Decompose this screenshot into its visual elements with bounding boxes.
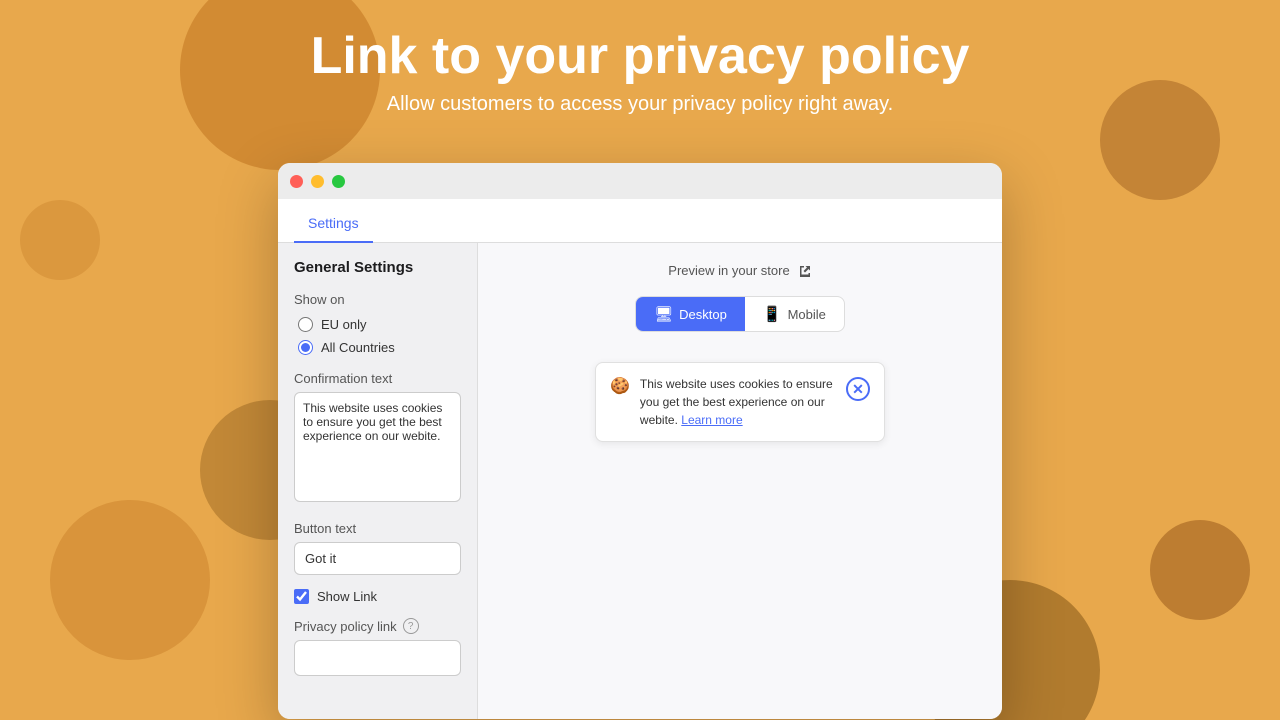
radio-eu-only[interactable]: EU only [298, 317, 461, 332]
hero-title: Link to your privacy policy [0, 28, 1280, 85]
mobile-button[interactable]: 📱 Mobile [745, 297, 844, 331]
button-text-input[interactable] [294, 542, 461, 575]
window-titlebar [278, 163, 1002, 199]
app-window: Settings General Settings Show on EU onl… [278, 163, 1002, 719]
show-link-checkbox[interactable] [294, 589, 309, 604]
preview-label: Preview in your store [668, 263, 789, 278]
left-panel: General Settings Show on EU only All Cou… [278, 243, 478, 719]
mobile-label: Mobile [788, 307, 826, 322]
privacy-policy-link-label: Privacy policy link [294, 619, 397, 634]
cookie-close-button[interactable]: ✕ [846, 377, 870, 401]
help-icon[interactable]: ? [403, 618, 419, 634]
mobile-icon: 📱 [763, 305, 782, 323]
radio-eu-input[interactable] [298, 317, 313, 332]
tabs-bar: Settings [278, 199, 1002, 243]
confirmation-text-label: Confirmation text [294, 371, 461, 386]
privacy-policy-link-row: Privacy policy link ? [294, 618, 461, 634]
show-on-label: Show on [294, 292, 461, 307]
desktop-label: Desktop [679, 307, 727, 322]
hero-subtitle: Allow customers to access your privacy p… [0, 93, 1280, 116]
minimize-button[interactable] [311, 175, 324, 188]
preview-header: Preview in your store [668, 263, 811, 278]
radio-all-label: All Countries [321, 340, 395, 355]
show-link-row[interactable]: Show Link [294, 589, 461, 604]
confirmation-text-input[interactable]: This website uses cookies to ensure you … [294, 392, 461, 502]
cookie-text: This website uses cookies to ensure you … [640, 375, 836, 429]
radio-all-input[interactable] [298, 340, 313, 355]
content-area: General Settings Show on EU only All Cou… [278, 243, 1002, 719]
radio-eu-label: EU only [321, 317, 367, 332]
button-text-label: Button text [294, 521, 461, 536]
radio-all-countries[interactable]: All Countries [298, 340, 461, 355]
decor-circle-6 [20, 200, 100, 280]
cookie-emoji: 🍪 [610, 376, 630, 396]
cookie-banner: 🍪 This website uses cookies to ensure yo… [595, 362, 885, 442]
desktop-icon: 🖥 [654, 305, 673, 323]
decor-circle-4 [1150, 520, 1250, 620]
maximize-button[interactable] [332, 175, 345, 188]
decor-circle-3 [50, 500, 210, 660]
show-on-radio-group: EU only All Countries [298, 317, 461, 355]
panel-title: General Settings [294, 259, 461, 276]
show-link-label: Show Link [317, 589, 377, 604]
device-switcher: 🖥 Desktop 📱 Mobile [635, 296, 845, 332]
learn-more-link[interactable]: Learn more [681, 413, 742, 427]
hero-section: Link to your privacy policy Allow custom… [0, 0, 1280, 116]
privacy-policy-link-input[interactable] [294, 640, 461, 676]
desktop-button[interactable]: 🖥 Desktop [636, 297, 745, 331]
close-button[interactable] [290, 175, 303, 188]
right-panel: Preview in your store 🖥 Desktop 📱 Mobile [478, 243, 1002, 719]
window-body: Settings General Settings Show on EU onl… [278, 199, 1002, 719]
external-link-icon [798, 264, 812, 278]
tab-settings[interactable]: Settings [294, 205, 373, 243]
